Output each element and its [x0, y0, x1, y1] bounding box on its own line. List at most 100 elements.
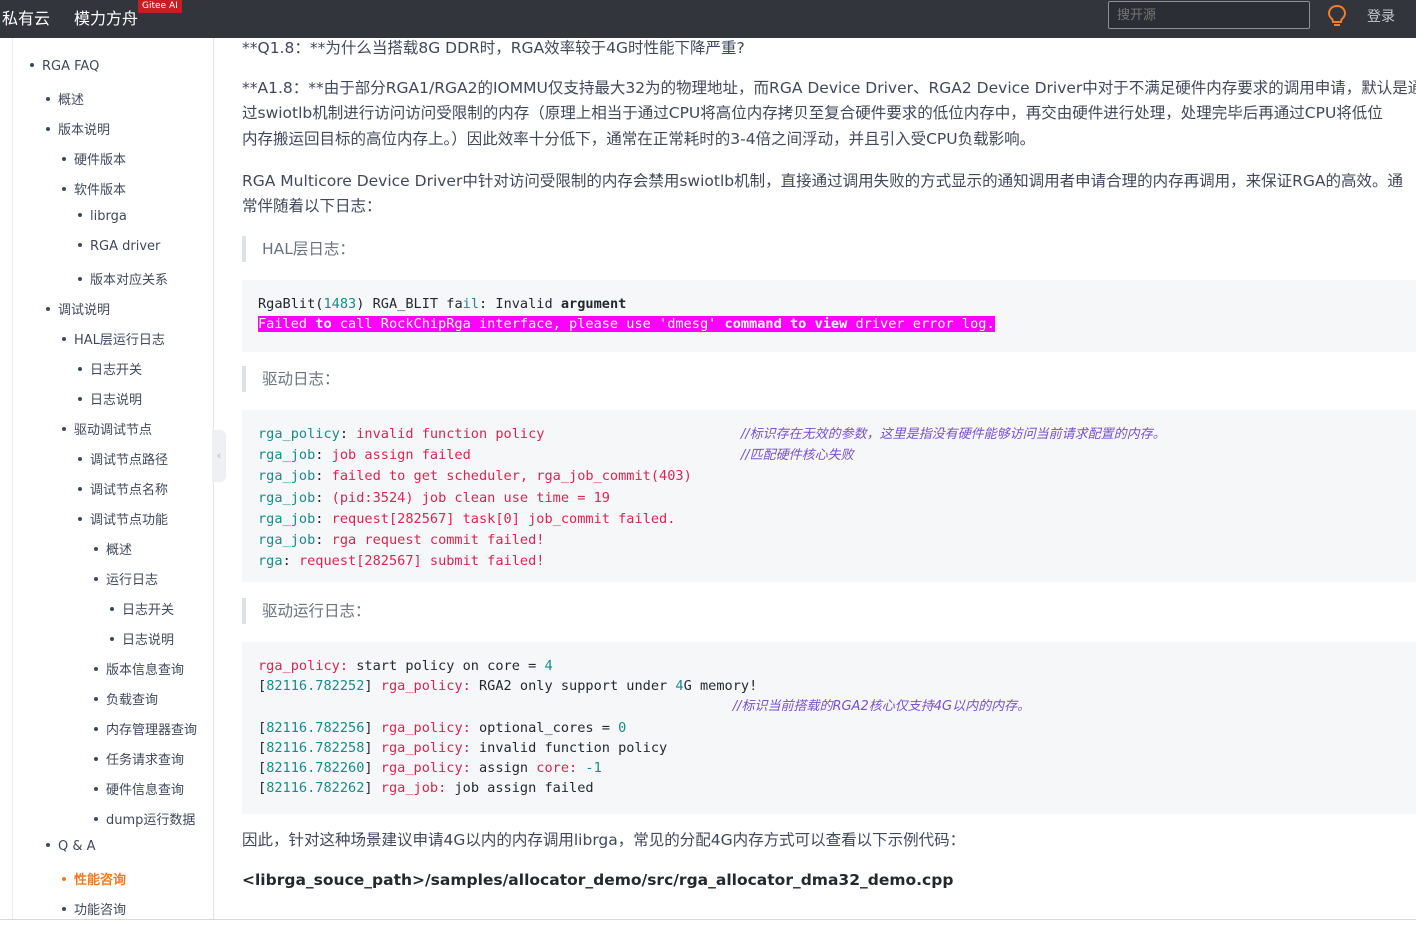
toc-item-label: 日志开关	[122, 603, 175, 618]
bullet-dot	[110, 636, 114, 641]
bullet-dot	[78, 456, 82, 461]
bullet-dot	[110, 606, 114, 611]
code-token: :	[315, 447, 332, 464]
toc-item-label: 调试节点功能	[90, 513, 169, 528]
paragraph-3: 因此，针对这种场景建议申请4G以内的内存调用librga，常见的分配4G内存方式…	[242, 831, 966, 849]
bullet-dot	[94, 546, 98, 551]
bullet-dot	[94, 726, 98, 731]
toc-item-label: RGA driver	[90, 239, 161, 254]
bullet-dot	[78, 516, 82, 521]
toc-item[interactable]: 版本信息查询	[94, 659, 184, 678]
toc-item-label: 调试节点路径	[90, 453, 169, 468]
toc-item[interactable]: 日志开关	[78, 359, 142, 378]
toc-item[interactable]: 概述	[46, 89, 84, 108]
toc-item-label: dump运行数据	[106, 813, 196, 828]
code-token: //标识存在无效的参数，这里是指没有硬件能够访问当前请求配置的内存。	[740, 427, 1166, 442]
top-navbar: 私有云 模力方舟 Gitee AI 登录	[0, 0, 1416, 38]
toc-item[interactable]: 日志说明	[78, 389, 142, 408]
code-token: :	[282, 553, 299, 570]
bullet-dot	[62, 156, 66, 161]
toc-item[interactable]: 负载查询	[94, 689, 158, 708]
bullet-dot	[78, 486, 82, 491]
code-token: :	[315, 468, 332, 485]
toc-item[interactable]: Q & A	[46, 839, 96, 854]
toc-item[interactable]: 调试节点名称	[78, 479, 168, 498]
code-token: :	[339, 426, 357, 442]
toc-item[interactable]: 调试节点路径	[78, 449, 168, 468]
toc-item[interactable]: 任务请求查询	[94, 749, 184, 768]
sidebar-rule	[12, 38, 13, 920]
code-token: job assign failed	[331, 447, 471, 464]
blockquote-driver-log: 驱动日志：	[242, 366, 542, 392]
toc-item-label: 版本对应关系	[90, 273, 169, 288]
lightbulb-icon[interactable]	[1326, 4, 1348, 28]
toc-item-label: 运行日志	[106, 573, 159, 588]
toc-item-label: 日志说明	[90, 393, 143, 408]
toc-item[interactable]: librga	[78, 209, 127, 224]
toc-item[interactable]: 软件版本	[62, 179, 126, 198]
toc-item-label: 功能咨询	[74, 903, 127, 918]
bullet-dot	[94, 756, 98, 761]
toc-item-label: 概述	[106, 543, 133, 558]
code-token: //匹配硬件核心失败	[740, 448, 854, 464]
code-token: rga_job	[258, 489, 316, 506]
toc-item[interactable]: 概述	[94, 539, 132, 558]
code-block-driver-runtime: rga_policy: start policy on core = 4 [82…	[242, 642, 1416, 814]
bullet-dot	[46, 842, 50, 847]
toc-item-label: 负载查询	[106, 693, 159, 708]
search-input[interactable]	[1108, 1, 1310, 29]
toc-item[interactable]: RGA driver	[78, 239, 160, 254]
bullet-dot	[94, 666, 98, 671]
toc-item[interactable]: 调试节点功能	[78, 509, 168, 528]
nav-link-moli-fangzhou[interactable]: 模力方舟	[74, 5, 138, 29]
toc-item[interactable]: 日志开关	[110, 599, 174, 618]
toc-item[interactable]: 版本对应关系	[78, 269, 168, 288]
toc-item[interactable]: 运行日志	[94, 569, 158, 588]
bullet-dot	[94, 816, 98, 821]
toc-item[interactable]: dump运行数据	[94, 809, 195, 828]
code-token: (pid:3524) job clean use time = 19	[331, 489, 610, 506]
toc-item[interactable]: HAL层运行日志	[62, 329, 165, 348]
toc-sidebar: RGA FAQ 概述 版本说明 硬件版本 软件版本 librga RGA driver 版本对…	[0, 38, 214, 920]
bullet-dot	[94, 576, 98, 581]
toc-item-label: 日志开关	[90, 363, 143, 378]
bottom-divider	[0, 919, 1416, 920]
bullet-dot	[30, 62, 34, 67]
toc-item[interactable]: 硬件版本	[62, 149, 126, 168]
toc-item[interactable]: 驱动调试节点	[62, 419, 152, 438]
bullet-dot	[78, 366, 82, 371]
toc-item-label: HAL层运行日志	[74, 333, 165, 348]
toc-item[interactable]: 调试说明	[46, 299, 110, 318]
code-block-driver: rga_policy: invalid function policy //标识…	[242, 410, 1416, 582]
question-paragraph: **Q1.8：**为什么当搭载8G DDR时，RGA效率较于4G时性能下降严重?	[242, 39, 745, 57]
bullet-dot	[78, 212, 82, 217]
login-link[interactable]: 登录	[1367, 6, 1395, 26]
bullet-dot	[62, 876, 66, 881]
toc-item-label: 内存管理器查询	[106, 723, 198, 738]
code-line: rga_job: (pid:3524) job clean use time =…	[258, 488, 1400, 509]
bullet-dot	[78, 396, 82, 401]
blockquote-driver-runtime-log: 驱动运行日志：	[242, 598, 542, 624]
code-token: :	[315, 532, 332, 549]
sidebar-collapse-toggle[interactable]: ‹	[212, 430, 226, 482]
paragraph-2-line-1: RGA Multicore Device Driver中针对访问受限制的内存会禁…	[242, 172, 1403, 190]
toc-item-label: 性能咨询	[74, 873, 127, 888]
toc-item-label: 日志说明	[122, 633, 175, 648]
paragraph-2-line-2: 常伴随着以下日志：	[242, 197, 382, 215]
code-line: rga_job: job assign failed //匹配硬件核心失败	[258, 445, 1400, 466]
toc-item[interactable]: 版本说明	[46, 119, 110, 138]
code-token: rga_policy	[258, 426, 340, 442]
code-token: rga_job	[258, 447, 316, 464]
toc-item-label: 硬件信息查询	[106, 783, 185, 798]
toc-item[interactable]: 硬件信息查询	[94, 779, 184, 798]
bullet-dot	[94, 696, 98, 701]
code-line: rga_job: failed to get scheduler, rga_jo…	[258, 466, 1400, 487]
toc-item[interactable]: RGA FAQ	[30, 59, 99, 74]
nav-link-private-cloud[interactable]: 私有云	[2, 5, 50, 29]
toc-item[interactable]: 日志说明	[110, 629, 174, 648]
toc-item[interactable]: 性能咨询	[62, 869, 126, 888]
toc-item[interactable]: 内存管理器查询	[94, 719, 197, 738]
toc-item-label: 版本信息查询	[106, 663, 185, 678]
toc-item[interactable]: 功能咨询	[62, 899, 126, 918]
